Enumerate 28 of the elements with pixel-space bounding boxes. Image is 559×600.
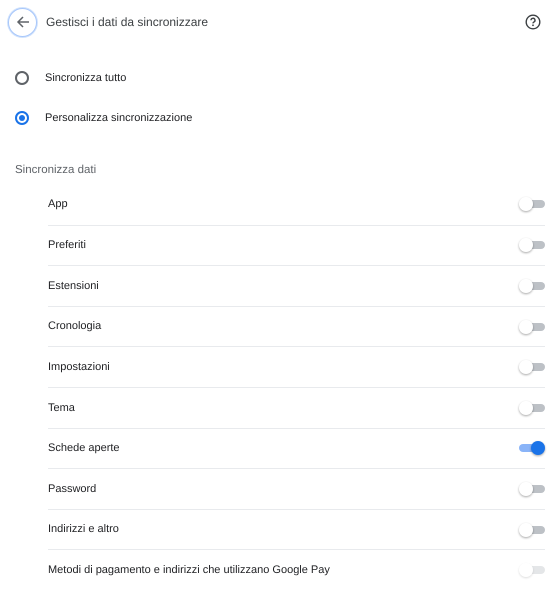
radio-button[interactable] [15, 71, 29, 85]
setting-label: App [48, 197, 68, 212]
setting-label: Estensioni [48, 278, 99, 294]
toggle-switch[interactable] [519, 360, 545, 374]
setting-label: Impostazioni [48, 360, 110, 375]
radio-button[interactable] [15, 111, 29, 125]
help-icon[interactable] [525, 14, 541, 30]
toggle-switch[interactable] [519, 522, 545, 537]
section-heading: Sincronizza dati [15, 163, 98, 178]
toggle-switch[interactable] [519, 238, 545, 252]
toggle-switch[interactable] [519, 482, 545, 496]
toggle-switch[interactable] [519, 441, 545, 456]
setting-label: Cronologia [48, 319, 102, 334]
radio-label: Sincronizza tutto [45, 70, 126, 86]
page-title: Gestisci i dati da sincronizzare [46, 14, 208, 31]
setting-label: Schede aperte [48, 441, 120, 456]
toggle-switch[interactable] [519, 197, 545, 212]
radio-label: Personalizza sincronizzazione [45, 110, 192, 126]
toggle-switch[interactable] [519, 320, 545, 334]
toggle-switch[interactable] [519, 278, 545, 293]
back-arrow-icon [16, 15, 30, 29]
setting-label: Metodi di pagamento e indirizzi che utilizzano Google Pay [48, 562, 330, 578]
setting-label: Password [48, 482, 96, 497]
toggle-switch[interactable] [519, 400, 545, 415]
back-button[interactable] [8, 8, 37, 36]
setting-label: Indirizzi e altro [48, 522, 119, 538]
setting-label: Preferiti [48, 238, 86, 254]
setting-label: Tema [48, 400, 75, 416]
